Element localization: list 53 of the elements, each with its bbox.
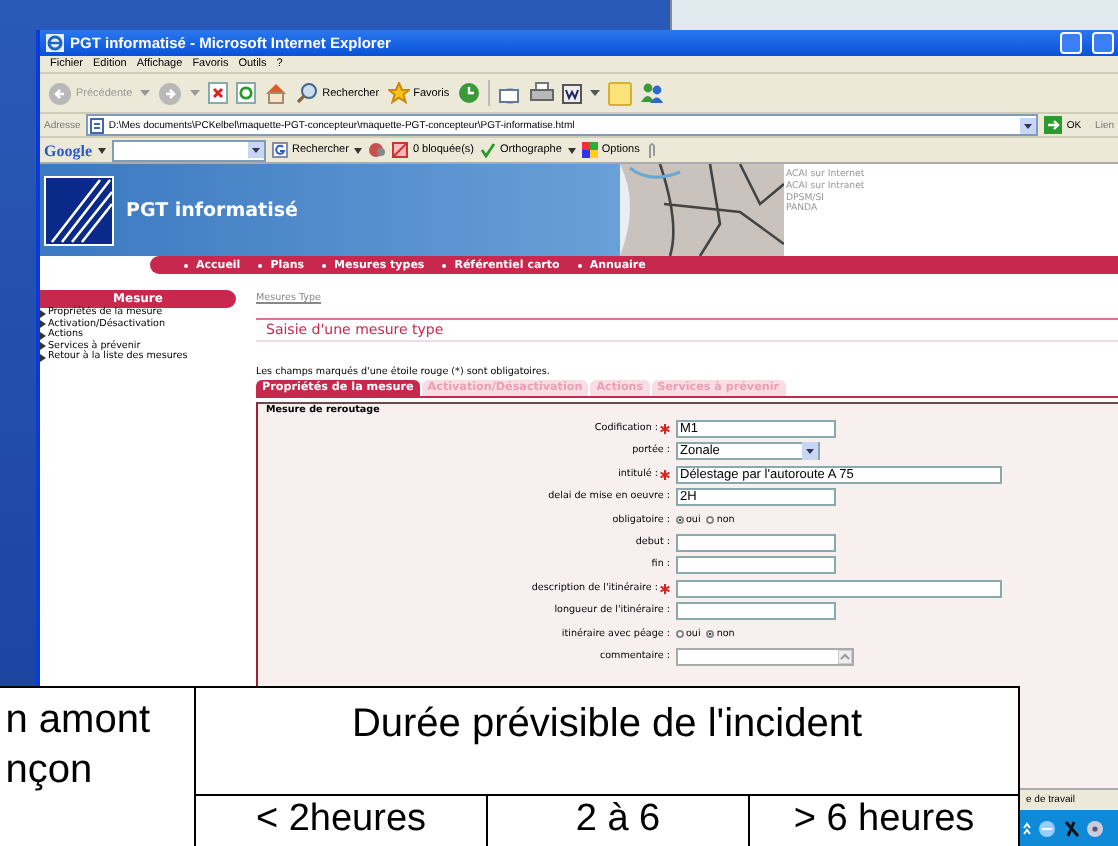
paperclip-icon[interactable] (645, 141, 658, 159)
document-icon[interactable] (561, 83, 582, 103)
go-arrow-icon (1044, 116, 1063, 134)
home-icon[interactable] (264, 82, 289, 104)
chevron-icon[interactable] (1022, 821, 1032, 835)
print-icon[interactable] (529, 82, 554, 104)
blocked-icon (392, 142, 409, 158)
site-title: PGT informatisé (126, 199, 298, 221)
dropdown-icon (248, 142, 264, 158)
text-field[interactable] (676, 533, 836, 552)
caret-icon (589, 89, 600, 97)
text-field[interactable] (676, 579, 1002, 598)
tray-app-icon[interactable] (1038, 819, 1056, 837)
tray-tool-icon[interactable] (1062, 819, 1080, 837)
table-header: < 2heures (255, 798, 427, 844)
required-star-icon (660, 469, 670, 480)
caret-icon (190, 89, 201, 97)
history-icon[interactable] (457, 82, 480, 104)
table-header: Durée prévisible de l'incident (196, 688, 1018, 796)
google-g-icon (272, 142, 288, 158)
text-field[interactable] (676, 602, 836, 621)
table-header: 2 à 6 (575, 798, 661, 844)
stop-icon[interactable] (208, 82, 229, 104)
star-icon (387, 82, 410, 104)
puzzle-icon[interactable] (368, 142, 387, 158)
comment-field[interactable] (676, 647, 854, 666)
refresh-icon[interactable] (236, 82, 257, 104)
caret-icon (98, 147, 106, 153)
required-star-icon (660, 583, 670, 594)
caret-icon (567, 147, 576, 153)
table-cell-text: n amont nçon (5, 696, 152, 796)
dropdown-icon (802, 442, 818, 461)
check-icon (480, 142, 497, 158)
caret-icon (354, 147, 363, 153)
dropdown-icon (1020, 117, 1037, 133)
options-icon (581, 142, 598, 158)
scroll-up-icon (838, 649, 852, 664)
page-icon (90, 117, 105, 133)
stripes-logo-icon (44, 175, 114, 245)
back-icon (48, 81, 72, 105)
caret-icon (140, 89, 151, 97)
tray-disc-icon[interactable] (1086, 819, 1104, 837)
search-icon (296, 82, 319, 104)
required-star-icon (660, 424, 670, 434)
forward-icon[interactable] (158, 81, 183, 105)
people-icon[interactable] (639, 82, 664, 104)
google-logo[interactable]: Google (44, 141, 92, 159)
text-field[interactable] (676, 556, 836, 575)
google-search-field[interactable] (112, 139, 266, 161)
minimize-button[interactable] (1060, 32, 1082, 54)
table-header: > 6 heures (793, 798, 975, 844)
maximize-button[interactable] (1092, 32, 1114, 54)
browser-icon (46, 34, 64, 52)
